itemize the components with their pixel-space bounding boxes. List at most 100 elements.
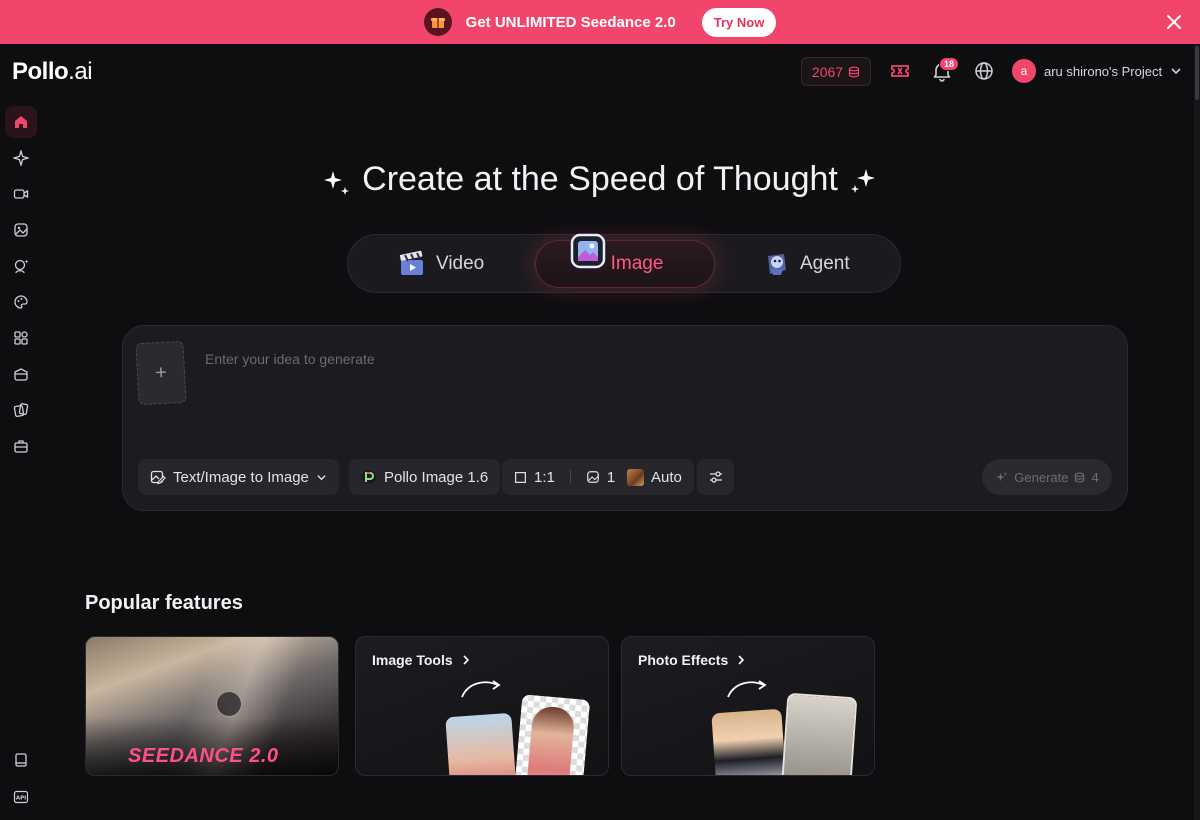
sidebar-item-templates[interactable] xyxy=(5,394,37,426)
style-select[interactable]: Auto xyxy=(615,459,694,495)
sample-person-silhouette xyxy=(525,705,576,775)
layers-icon xyxy=(14,368,28,381)
model-select[interactable]: Pollo Image 1.6 xyxy=(349,459,501,495)
credits-value: 2067 xyxy=(811,63,844,80)
cards-icon xyxy=(13,403,29,418)
image-edit-icon xyxy=(150,470,166,485)
tab-agent[interactable]: Agent xyxy=(762,240,892,288)
sample-photo-original xyxy=(711,708,787,775)
coin-stack-icon xyxy=(848,66,860,77)
sample-photo-original xyxy=(445,712,517,775)
tab-image[interactable]: Image xyxy=(535,233,715,288)
generate-label: Generate xyxy=(1014,469,1069,485)
feature-title: Photo Effects xyxy=(638,652,746,668)
hero-heading: Create at the Speed of Thought xyxy=(0,160,1200,199)
chevron-down-icon xyxy=(1171,68,1181,75)
logo-suffix: .ai xyxy=(68,58,93,85)
project-name: aru shirono's Project xyxy=(1044,63,1163,79)
divider xyxy=(569,470,571,484)
feature-card-image-tools[interactable]: Image Tools xyxy=(355,636,609,776)
close-icon[interactable] xyxy=(1164,12,1184,32)
mode-tabs: Video Image Agent xyxy=(347,233,901,293)
prompt-input[interactable] xyxy=(205,344,965,374)
image-count-value: 1 xyxy=(606,468,616,486)
globe-icon[interactable] xyxy=(973,60,995,82)
promo-banner: Get UNLIMITED Seedance 2.0 Try Now xyxy=(0,0,1200,44)
page-title: Create at the Speed of Thought xyxy=(362,160,838,198)
style-thumbnail-icon xyxy=(627,468,644,486)
mode-select-label: Text/Image to Image xyxy=(173,468,309,486)
pollo-logo-icon xyxy=(362,470,376,484)
sparkle-icon xyxy=(851,169,876,194)
aspect-ratio-value: 1:1 xyxy=(534,468,555,486)
sidebar-item-apps[interactable] xyxy=(5,322,37,354)
image-tools-label: Image Tools xyxy=(372,652,453,668)
try-now-button[interactable]: Try Now xyxy=(701,7,777,37)
coin-stack-icon xyxy=(1075,472,1085,482)
scrollbar-thumb[interactable] xyxy=(1195,46,1199,100)
sidebar-item-avatar[interactable] xyxy=(5,250,37,282)
sidebar-item-image[interactable] xyxy=(5,214,37,246)
section-title: Popular features xyxy=(85,592,243,614)
avatar-icon xyxy=(14,259,29,274)
apps-icon xyxy=(14,331,28,345)
curved-arrow-icon xyxy=(461,680,501,698)
sidebar-item-home[interactable] xyxy=(5,106,37,138)
prompt-card: + Text/Image to Image Pollo Image 1.6 1:… xyxy=(122,325,1128,511)
api-label: API xyxy=(16,795,26,801)
tab-image-label: Image xyxy=(610,253,664,274)
sample-photo-cutout xyxy=(513,694,591,775)
output-settings[interactable]: 1:1 1 xyxy=(502,459,628,495)
sidebar-item-tools[interactable] xyxy=(5,430,37,462)
book-icon xyxy=(15,753,27,767)
sample-photo-sketch xyxy=(780,692,858,775)
feature-card-seedance[interactable]: SEEDANCE 2.0 xyxy=(85,636,339,776)
advanced-settings-button[interactable] xyxy=(697,459,734,495)
tab-video[interactable]: Video xyxy=(398,240,548,288)
image-card-icon xyxy=(570,233,606,269)
feature-card-photo-effects[interactable]: Photo Effects xyxy=(621,636,875,776)
feature-title: Image Tools xyxy=(372,652,471,668)
sidebar: API xyxy=(0,100,42,820)
style-label: Auto xyxy=(651,468,682,486)
sidebar-item-library[interactable] xyxy=(5,358,37,390)
curved-arrow-icon xyxy=(727,680,767,698)
toolbox-icon xyxy=(14,440,28,453)
logo-main: Pollo xyxy=(12,58,69,85)
photo-effects-label: Photo Effects xyxy=(638,652,729,668)
gift-icon xyxy=(423,8,452,36)
tab-video-label: Video xyxy=(436,253,485,274)
seedance-label: SEEDANCE 2.0 xyxy=(128,745,279,767)
credits-button[interactable]: 2067 xyxy=(801,57,871,86)
ticket-icon[interactable] xyxy=(889,60,911,82)
chevron-down-icon xyxy=(317,474,326,480)
tab-agent-label: Agent xyxy=(800,253,850,274)
upload-image-button[interactable]: + xyxy=(135,340,187,406)
generate-cost: 4 xyxy=(1091,469,1099,485)
sidebar-item-docs[interactable] xyxy=(5,744,37,776)
image-count-icon xyxy=(586,471,599,483)
logo[interactable]: Pollo.ai xyxy=(12,58,93,86)
api-icon: API xyxy=(13,790,29,804)
play-icon xyxy=(216,691,242,717)
banner-text: Get UNLIMITED Seedance 2.0 xyxy=(465,13,676,31)
agent-icon xyxy=(768,254,786,275)
mode-select[interactable]: Text/Image to Image xyxy=(138,459,339,495)
image-icon xyxy=(14,223,28,237)
chevron-right-icon xyxy=(738,655,745,665)
sliders-icon xyxy=(709,471,722,483)
model-label: Pollo Image 1.6 xyxy=(384,468,489,486)
palette-icon xyxy=(14,295,28,309)
aspect-ratio-icon xyxy=(515,471,526,483)
home-icon xyxy=(15,116,27,128)
sidebar-item-api[interactable]: API xyxy=(5,781,37,813)
project-switcher[interactable]: a aru shirono's Project xyxy=(1012,59,1182,83)
clapperboard-icon xyxy=(399,250,423,275)
sparkle-icon xyxy=(996,471,1008,481)
chevron-right-icon xyxy=(463,655,469,665)
avatar: a xyxy=(1012,59,1036,83)
notification-badge: 18 xyxy=(939,57,960,71)
sidebar-item-effects[interactable] xyxy=(5,286,37,318)
sparkle-icon xyxy=(323,171,349,196)
generate-button[interactable]: Generate 4 xyxy=(982,459,1112,495)
